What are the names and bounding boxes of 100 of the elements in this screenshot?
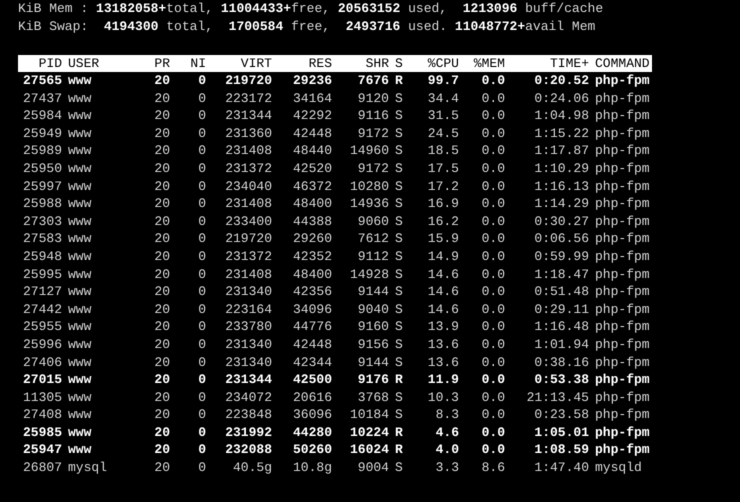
- table-cell-text: 0.0: [480, 212, 505, 230]
- table-cell-text: www: [67, 90, 92, 108]
- table-cell-text: 25988: [22, 195, 62, 213]
- table-cell-text: 4.0: [434, 441, 459, 460]
- table-cell-text: 0:23.58: [533, 406, 589, 424]
- table-cell-text: 44388: [292, 212, 332, 230]
- table-cell-text: php-fpm: [594, 371, 651, 389]
- table-cell-text: 234040: [224, 178, 272, 196]
- table-cell-text: 1:15.22: [533, 124, 589, 142]
- table-cell-text: 233400: [224, 212, 272, 230]
- table-cell-text: 14.9: [426, 248, 459, 266]
- table-cell-text: 0.0: [480, 336, 505, 354]
- table-cell-text: 0:24.06: [533, 90, 589, 108]
- table-cell-text: www: [67, 195, 92, 213]
- table-cell-text: 0.0: [480, 248, 505, 266]
- table-cell-text: 29260: [292, 230, 332, 248]
- table-cell-text: 14928: [348, 266, 389, 284]
- table-cell-text: 234072: [224, 388, 272, 406]
- table-cell-text: 27442: [22, 300, 62, 318]
- table-cell-text: 99.7: [426, 72, 459, 90]
- table-cell-text: 0: [197, 107, 206, 125]
- table-cell-text: 29236: [292, 72, 332, 90]
- table-cell-text: 0:20.52: [533, 72, 589, 90]
- table-cell-text: 10224: [348, 424, 389, 442]
- table-cell-text: www: [67, 230, 92, 248]
- table-cell-text: 27406: [22, 354, 62, 372]
- table-cell-text: 9120: [356, 90, 389, 108]
- table-cell-text: www: [67, 107, 92, 125]
- table-cell-text: 40.5g: [232, 459, 272, 477]
- table-cell-text: 0: [197, 248, 206, 266]
- table-cell-text: 16.9: [426, 195, 459, 213]
- table-cell-text: 1:18.47: [533, 266, 589, 284]
- table-cell-text: 20: [153, 72, 170, 90]
- table-cell-text: 0: [197, 424, 206, 442]
- table-cell-text: php-fpm: [594, 354, 651, 372]
- table-cell-text: 0.0: [480, 90, 505, 108]
- table-cell-text: 20: [153, 248, 170, 266]
- table-cell-text: S: [394, 107, 404, 125]
- table-cell-text: S: [394, 178, 404, 196]
- table-cell-text: 20: [153, 283, 170, 301]
- table-cell-text: 13.6: [426, 354, 459, 372]
- table-cell-text: 48440: [292, 142, 332, 160]
- table-cell-text: 25984: [22, 107, 62, 125]
- table-cell-text: 20: [153, 318, 170, 336]
- column-header: SHR: [364, 55, 389, 72]
- table-cell-text: 219720: [224, 72, 272, 90]
- table-cell-text: 231992: [224, 424, 272, 442]
- table-cell-text: 15.9: [426, 230, 459, 248]
- table-cell-text: 34.4: [426, 90, 459, 108]
- column-header: COMMAND: [594, 55, 651, 72]
- table-cell-text: www: [67, 266, 92, 284]
- table-cell-text: 8.3: [434, 406, 459, 424]
- table-cell-text: 27408: [22, 406, 62, 424]
- table-cell-text: S: [394, 212, 404, 230]
- table-cell-text: 20: [153, 266, 170, 284]
- table-cell-text: S: [394, 90, 404, 108]
- table-cell-text: 16024: [348, 441, 389, 460]
- table-cell-text: S: [394, 406, 404, 424]
- column-header: %CPU: [426, 55, 459, 72]
- table-cell-text: 27565: [22, 72, 62, 90]
- table-cell-text: 0: [197, 124, 206, 142]
- table-cell-text: 9172: [356, 124, 389, 142]
- table-cell-text: 231360: [224, 124, 272, 142]
- table-cell-text: 24.5: [426, 124, 459, 142]
- table-cell-text: 0.0: [480, 72, 505, 90]
- table-cell-text: 0: [197, 178, 206, 196]
- table-cell-text: S: [394, 354, 404, 372]
- table-cell-text: 20: [153, 212, 170, 230]
- table-cell-text: php-fpm: [594, 318, 651, 336]
- column-header: PID: [38, 55, 62, 72]
- table-cell-text: 25985: [22, 424, 62, 442]
- table-cell-text: php-fpm: [594, 90, 651, 108]
- table-cell-text: 34096: [292, 300, 332, 318]
- table-cell-text: 21:13.45: [526, 388, 589, 406]
- table-cell-text: 0.0: [480, 160, 505, 178]
- table-cell-text: 44776: [292, 318, 332, 336]
- table-cell-text: 27437: [22, 90, 62, 108]
- table-cell-text: 1:08.59: [533, 441, 589, 460]
- column-header: RES: [308, 55, 332, 72]
- table-cell-text: php-fpm: [594, 248, 651, 266]
- table-cell-text: 20: [153, 406, 170, 424]
- table-cell-text: 50260: [292, 441, 332, 460]
- table-cell-text: 233780: [224, 318, 272, 336]
- table-cell-text: php-fpm: [594, 142, 651, 160]
- table-cell-text: 14960: [348, 142, 389, 160]
- table-cell-text: php-fpm: [594, 406, 651, 424]
- table-cell-text: 14.6: [426, 283, 459, 301]
- table-cell-text: 9004: [356, 459, 389, 477]
- table-cell-text: 0.0: [480, 371, 505, 389]
- table-cell-text: 0.0: [480, 318, 505, 336]
- table-cell-text: 9060: [356, 212, 389, 230]
- table-cell-text: 0: [197, 230, 206, 248]
- table-cell-text: 1:04.98: [533, 107, 589, 125]
- table-cell-text: 0.0: [480, 441, 505, 460]
- table-cell-text: 48400: [292, 266, 332, 284]
- table-cell-text: 0: [197, 354, 206, 372]
- table-cell-text: 0: [197, 283, 206, 301]
- table-cell-text: 0: [197, 388, 206, 406]
- table-cell-text: 231408: [224, 266, 272, 284]
- table-cell-text: 1:14.29: [533, 195, 589, 213]
